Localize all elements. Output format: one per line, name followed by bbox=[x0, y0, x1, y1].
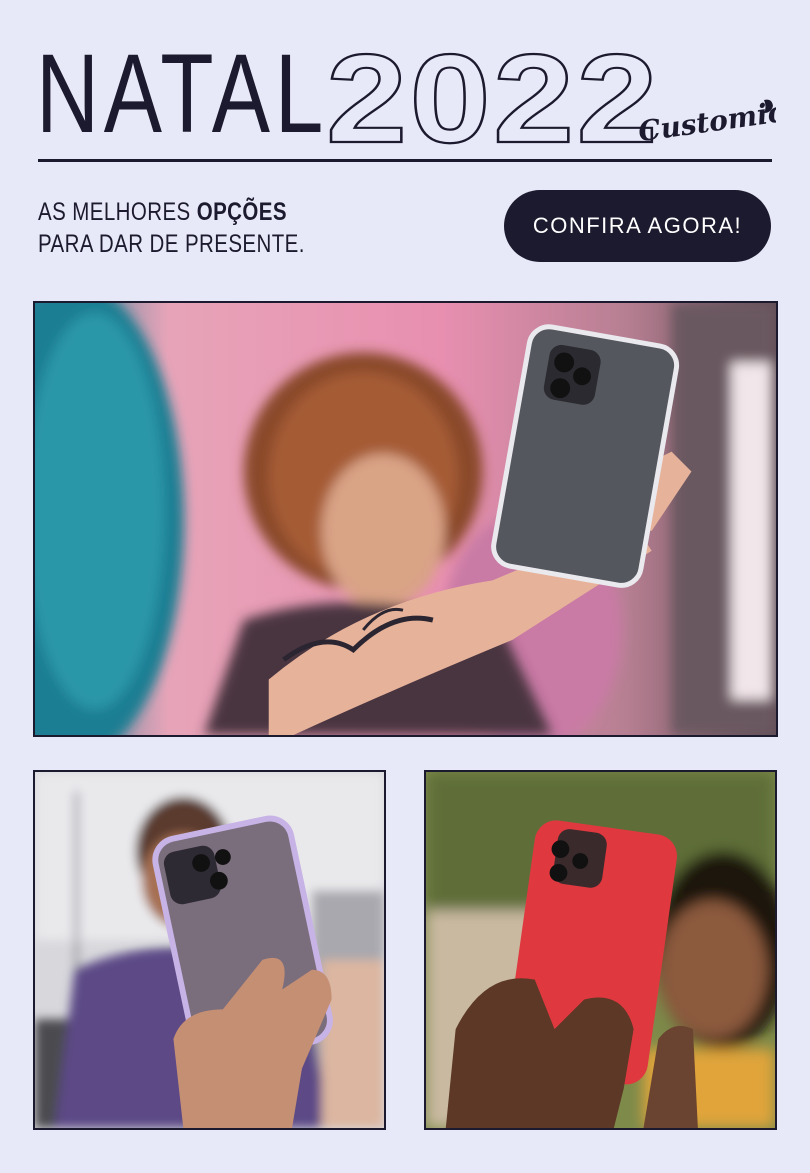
logo-text: Customic bbox=[636, 95, 776, 144]
customic-logo: Customic bbox=[636, 95, 776, 144]
promo-line2: PARA DAR DE PRESENTE. bbox=[38, 230, 305, 258]
photo-woman-clear-case bbox=[33, 301, 778, 737]
photo-woman-red-case-icon bbox=[426, 772, 775, 1128]
photo-man-lilac-case-icon bbox=[35, 772, 384, 1128]
headline: NATAL 2022 Customic bbox=[36, 30, 776, 154]
title-year: 2022 bbox=[325, 30, 660, 154]
title-year-text: 2022 bbox=[326, 30, 660, 154]
title-word: NATAL bbox=[36, 31, 329, 156]
promo-line1-bold: OPÇÕES bbox=[196, 198, 287, 226]
photo-man-lilac-case bbox=[33, 770, 386, 1130]
promo-line1-prefix: AS MELHORES bbox=[38, 198, 197, 226]
promo-text: AS MELHORES OPÇÕES PARA DAR DE PRESENTE. bbox=[38, 196, 305, 260]
header-divider bbox=[38, 159, 772, 162]
confira-agora-button[interactable]: CONFIRA AGORA! bbox=[504, 190, 771, 262]
christmas-banner: NATAL 2022 Customic AS MELHORES OPÇÕES P… bbox=[0, 0, 810, 1173]
photo-woman-clear-case-icon bbox=[35, 303, 776, 735]
photo-woman-red-case bbox=[424, 770, 777, 1130]
